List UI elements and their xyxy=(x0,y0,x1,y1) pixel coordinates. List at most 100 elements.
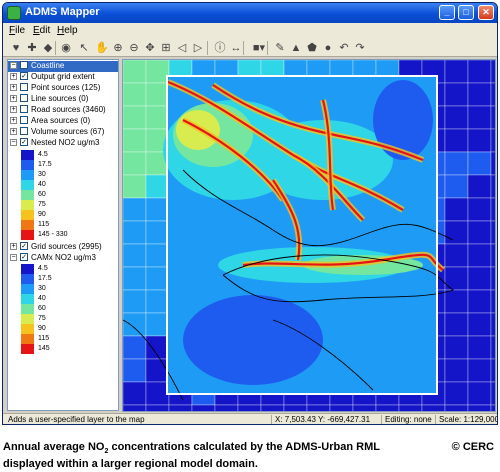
menu-file[interactable]: File xyxy=(9,25,25,36)
regional-grid-cell xyxy=(444,220,469,245)
regional-grid-cell xyxy=(490,82,495,107)
layer-item[interactable]: + Area sources (0) xyxy=(8,116,118,127)
shape-icon[interactable]: ▲ xyxy=(289,41,303,55)
regional-grid-cell xyxy=(490,220,495,245)
undo-icon[interactable]: ↶ xyxy=(337,41,351,55)
forward-icon[interactable]: ▷ xyxy=(191,41,205,55)
regional-grid-cell xyxy=(467,197,492,222)
title-bar[interactable]: ADMS Mapper _ □ ✕ xyxy=(3,3,497,23)
measure-icon[interactable]: ↔ xyxy=(229,41,243,55)
legend-entry: 145 - 330 xyxy=(21,230,116,240)
regional-grid-cell xyxy=(444,197,469,222)
layer-checkbox[interactable]: ✓ xyxy=(20,242,28,250)
map-view[interactable] xyxy=(122,59,496,412)
layer-item[interactable]: − ✓ Nested NO2 ug/m3 xyxy=(8,138,118,149)
expander-icon[interactable]: + xyxy=(10,84,17,91)
node-icon[interactable]: ● xyxy=(321,41,335,55)
layer-checkbox[interactable] xyxy=(20,116,28,124)
menu-edit[interactable]: Edit xyxy=(33,25,50,36)
legend-swatch xyxy=(21,230,34,240)
globe-icon[interactable]: ◉ xyxy=(59,41,73,55)
expander-icon[interactable]: + xyxy=(10,117,17,124)
expander-icon[interactable]: − xyxy=(10,62,17,69)
fill-dropdown-icon[interactable]: ■▾ xyxy=(249,41,269,55)
layer-item[interactable]: + ✓ Output grid extent xyxy=(8,72,118,83)
regional-grid-cell xyxy=(145,289,170,314)
layer-item[interactable]: + Road sources (3460) xyxy=(8,105,118,116)
layer-checkbox[interactable]: ✓ xyxy=(20,72,28,80)
layer-checkbox[interactable]: ✓ xyxy=(20,61,28,69)
layer-item[interactable]: + Point sources (125) xyxy=(8,83,118,94)
regional-grid-cell xyxy=(467,220,492,245)
expander-icon[interactable]: − xyxy=(10,139,17,146)
expander-icon[interactable]: + xyxy=(10,243,17,250)
legend-swatch xyxy=(21,294,34,304)
regional-grid-cell xyxy=(467,243,492,268)
layer-item[interactable]: + Line sources (0) xyxy=(8,94,118,105)
menu-help[interactable]: Help xyxy=(57,25,78,36)
maximize-button[interactable]: □ xyxy=(458,5,474,20)
regional-grid-cell xyxy=(329,404,354,411)
legend-label: 4.5 xyxy=(38,265,48,272)
regional-grid-cell xyxy=(123,174,147,199)
regional-grid-cell xyxy=(145,404,170,411)
layer-checkbox[interactable]: ✓ xyxy=(20,253,28,261)
figure-caption: Annual average NO2 concentrations calcul… xyxy=(3,441,413,471)
layer-item[interactable]: − ✓ Coastline xyxy=(8,61,118,72)
regional-grid-cell xyxy=(444,151,469,176)
regional-grid-cell xyxy=(375,404,400,411)
regional-grid-cell xyxy=(123,197,147,222)
legend-label: 115 xyxy=(38,335,50,342)
expander-icon[interactable]: + xyxy=(10,128,17,135)
regional-grid-cell xyxy=(490,105,495,130)
regional-grid-cell xyxy=(467,358,492,383)
expander-icon[interactable]: + xyxy=(10,73,17,80)
regional-grid-cell xyxy=(352,404,377,411)
expander-icon[interactable]: − xyxy=(10,254,17,261)
hand-icon[interactable]: ✋ xyxy=(95,41,109,55)
info-icon[interactable]: ⓘ xyxy=(213,41,227,55)
layer-red2-icon[interactable]: ✚ xyxy=(25,41,39,55)
legend-swatch xyxy=(21,220,34,230)
draw-icon[interactable]: ✎ xyxy=(273,41,287,55)
pan-icon[interactable]: ✥ xyxy=(143,41,157,55)
layer-blue-icon[interactable]: ◆ xyxy=(41,41,55,55)
minimize-button[interactable]: _ xyxy=(439,5,455,20)
legend-label: 145 xyxy=(38,345,50,352)
regional-grid-cell xyxy=(123,404,147,411)
redo-icon[interactable]: ↷ xyxy=(353,41,367,55)
expander-icon[interactable]: + xyxy=(10,106,17,113)
pointer-icon[interactable]: ↖ xyxy=(77,41,91,55)
polygon-icon[interactable]: ⬟ xyxy=(305,41,319,55)
expander-icon[interactable]: + xyxy=(10,95,17,102)
legend-swatch xyxy=(21,324,34,334)
layer-checkbox[interactable] xyxy=(20,127,28,135)
layer-item[interactable]: + ✓ Grid sources (2995) xyxy=(8,242,118,253)
layer-checkbox[interactable]: ✓ xyxy=(20,138,28,146)
layer-item[interactable]: − ✓ CAMx NO2 ug/m3 xyxy=(8,253,118,264)
regional-grid-cell xyxy=(145,312,170,337)
close-button[interactable]: ✕ xyxy=(478,5,494,20)
layer-panel[interactable]: − ✓ Coastline + ✓ Output grid extent + Point so… xyxy=(7,59,119,411)
layer-red-icon[interactable]: ♥ xyxy=(9,41,23,55)
layer-checkbox[interactable] xyxy=(20,94,28,102)
map-canvas[interactable] xyxy=(123,60,496,412)
regional-grid-cell xyxy=(490,381,495,406)
zoom-out-icon[interactable]: ⊖ xyxy=(127,41,141,55)
regional-grid-cell xyxy=(214,404,239,411)
layer-item[interactable]: + Volume sources (67) xyxy=(8,127,118,138)
layer-checkbox[interactable] xyxy=(20,105,28,113)
regional-grid-cell xyxy=(444,358,469,383)
regional-grid-cell xyxy=(123,289,147,314)
regional-grid-cell xyxy=(467,312,492,337)
status-coordinates: X: 7,503.43 Y: -669,427.31 xyxy=(271,415,370,424)
regional-grid-cell xyxy=(123,381,147,406)
layer-checkbox[interactable] xyxy=(20,83,28,91)
legend-label: 40 xyxy=(38,181,46,188)
regional-grid-cell xyxy=(145,220,170,245)
legend-swatch xyxy=(21,150,34,160)
zoom-extent-icon[interactable]: ⊞ xyxy=(159,41,173,55)
regional-grid-cell xyxy=(467,174,492,199)
zoom-in-icon[interactable]: ⊕ xyxy=(111,41,125,55)
back-icon[interactable]: ◁ xyxy=(175,41,189,55)
